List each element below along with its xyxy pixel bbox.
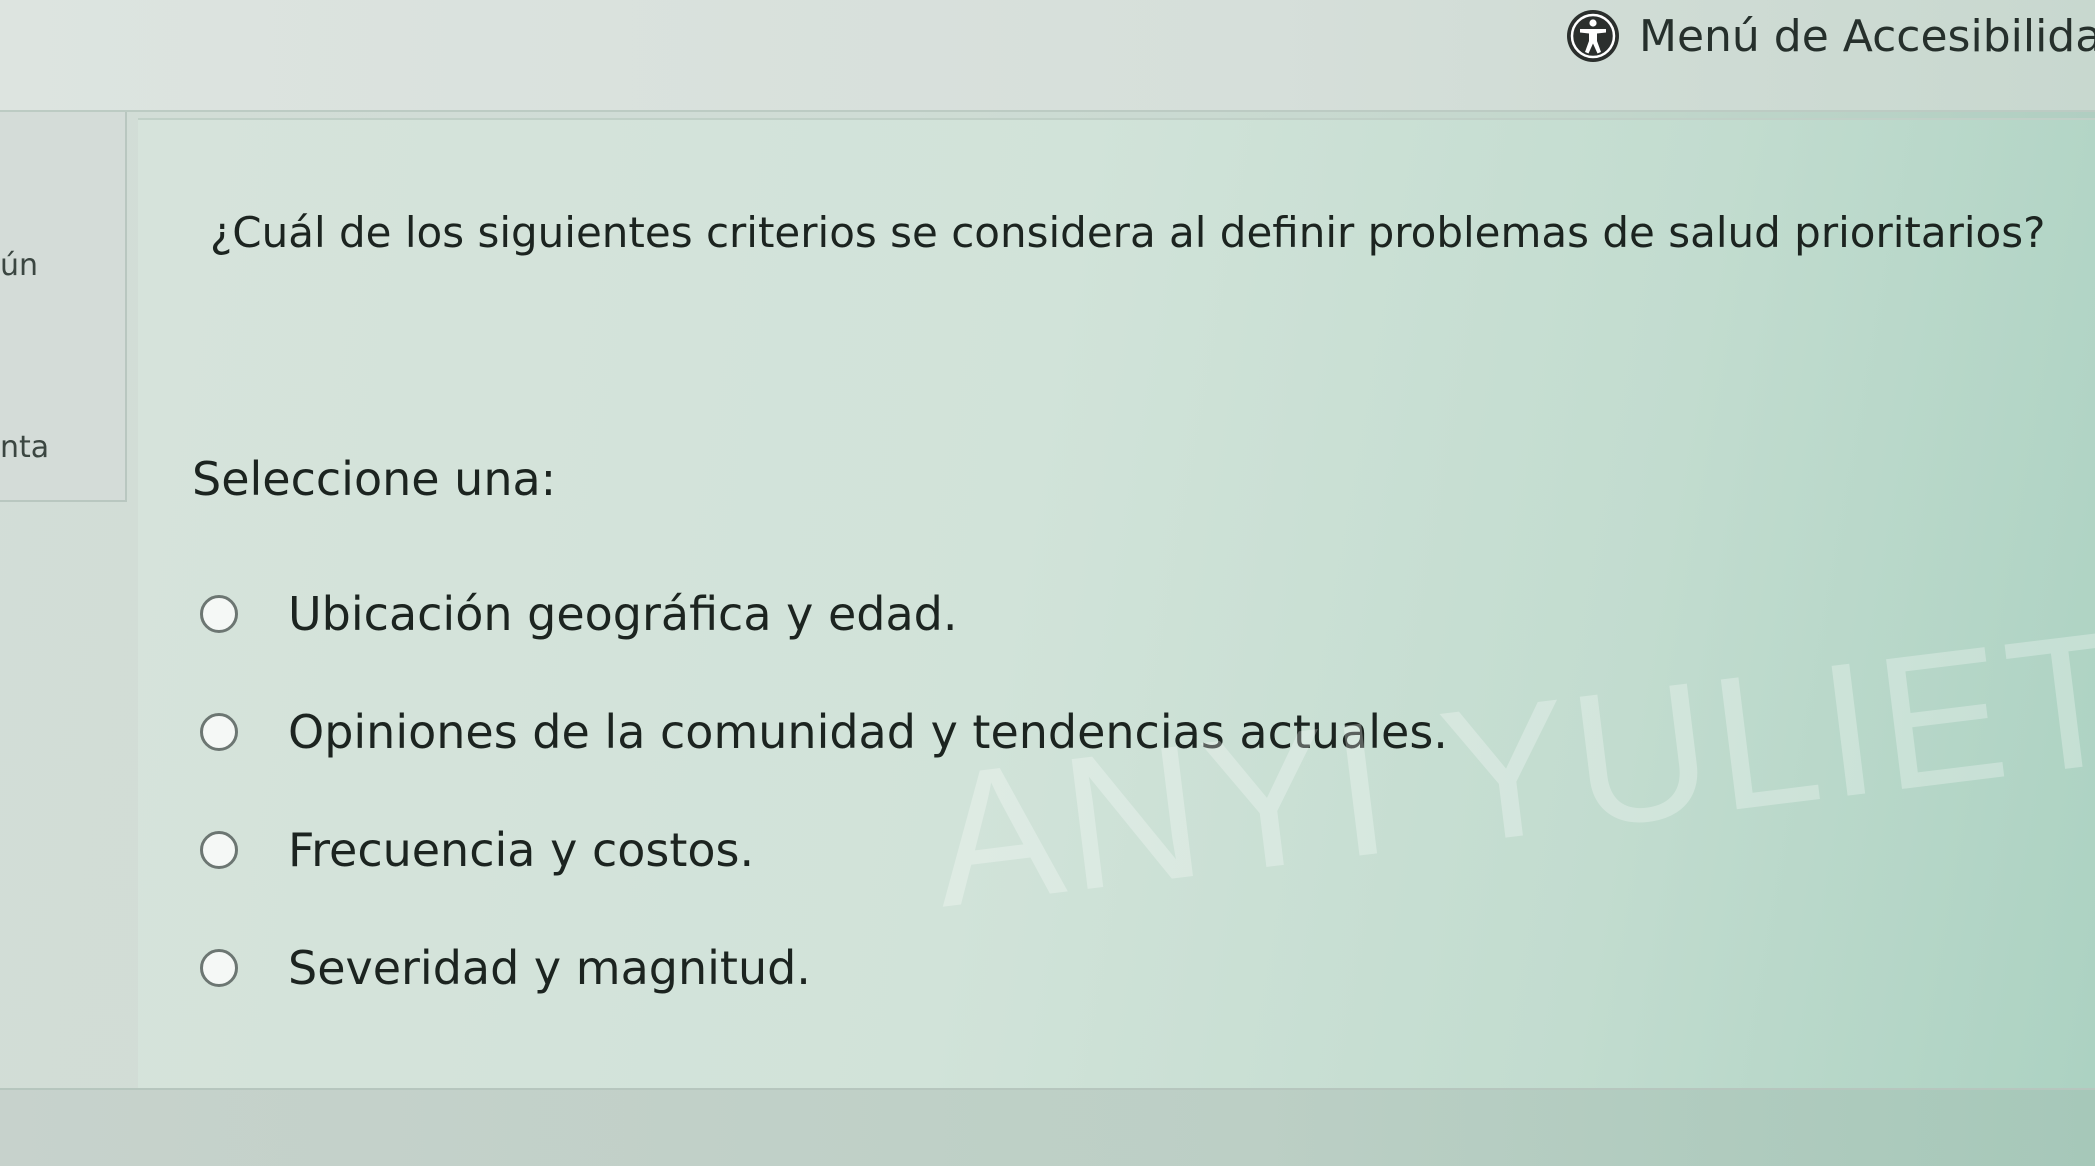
accessibility-person-icon xyxy=(1567,10,1619,62)
left-panel-text-1: ún xyxy=(0,248,39,283)
answer-label-4: Severidad y magnitud. xyxy=(288,941,811,995)
answer-label-1: Ubicación geográfica y edad. xyxy=(288,587,958,641)
screen: Menú de Accesibilidad ún nta ¿Cuál de lo… xyxy=(0,0,2095,1166)
bottom-strip xyxy=(0,1088,2095,1166)
answer-label-2: Opiniones de la comunidad y tendencias a… xyxy=(288,705,1448,759)
accessibility-menu-label: Menú de Accesibilidad xyxy=(1639,10,2095,62)
question-text: ¿Cuál de los siguientes criterios se con… xyxy=(210,208,2046,257)
answer-label-3: Frecuencia y costos. xyxy=(288,823,755,877)
top-bar: Menú de Accesibilidad xyxy=(0,0,2095,112)
answer-option-3[interactable]: Frecuencia y costos. xyxy=(200,791,1448,909)
radio-button-1[interactable] xyxy=(200,595,238,633)
left-panel-text-2: nta xyxy=(0,430,50,465)
answer-option-1[interactable]: Ubicación geográfica y edad. xyxy=(200,555,1448,673)
accessibility-menu-button[interactable]: Menú de Accesibilidad xyxy=(1565,8,2095,64)
answer-option-2[interactable]: Opiniones de la comunidad y tendencias a… xyxy=(200,673,1448,791)
radio-button-2[interactable] xyxy=(200,713,238,751)
answer-options: Ubicación geográfica y edad. Opiniones d… xyxy=(200,555,1448,1027)
answer-option-4[interactable]: Severidad y magnitud. xyxy=(200,909,1448,1027)
radio-button-4[interactable] xyxy=(200,949,238,987)
radio-button-3[interactable] xyxy=(200,831,238,869)
select-one-prompt: Seleccione una: xyxy=(192,452,557,506)
